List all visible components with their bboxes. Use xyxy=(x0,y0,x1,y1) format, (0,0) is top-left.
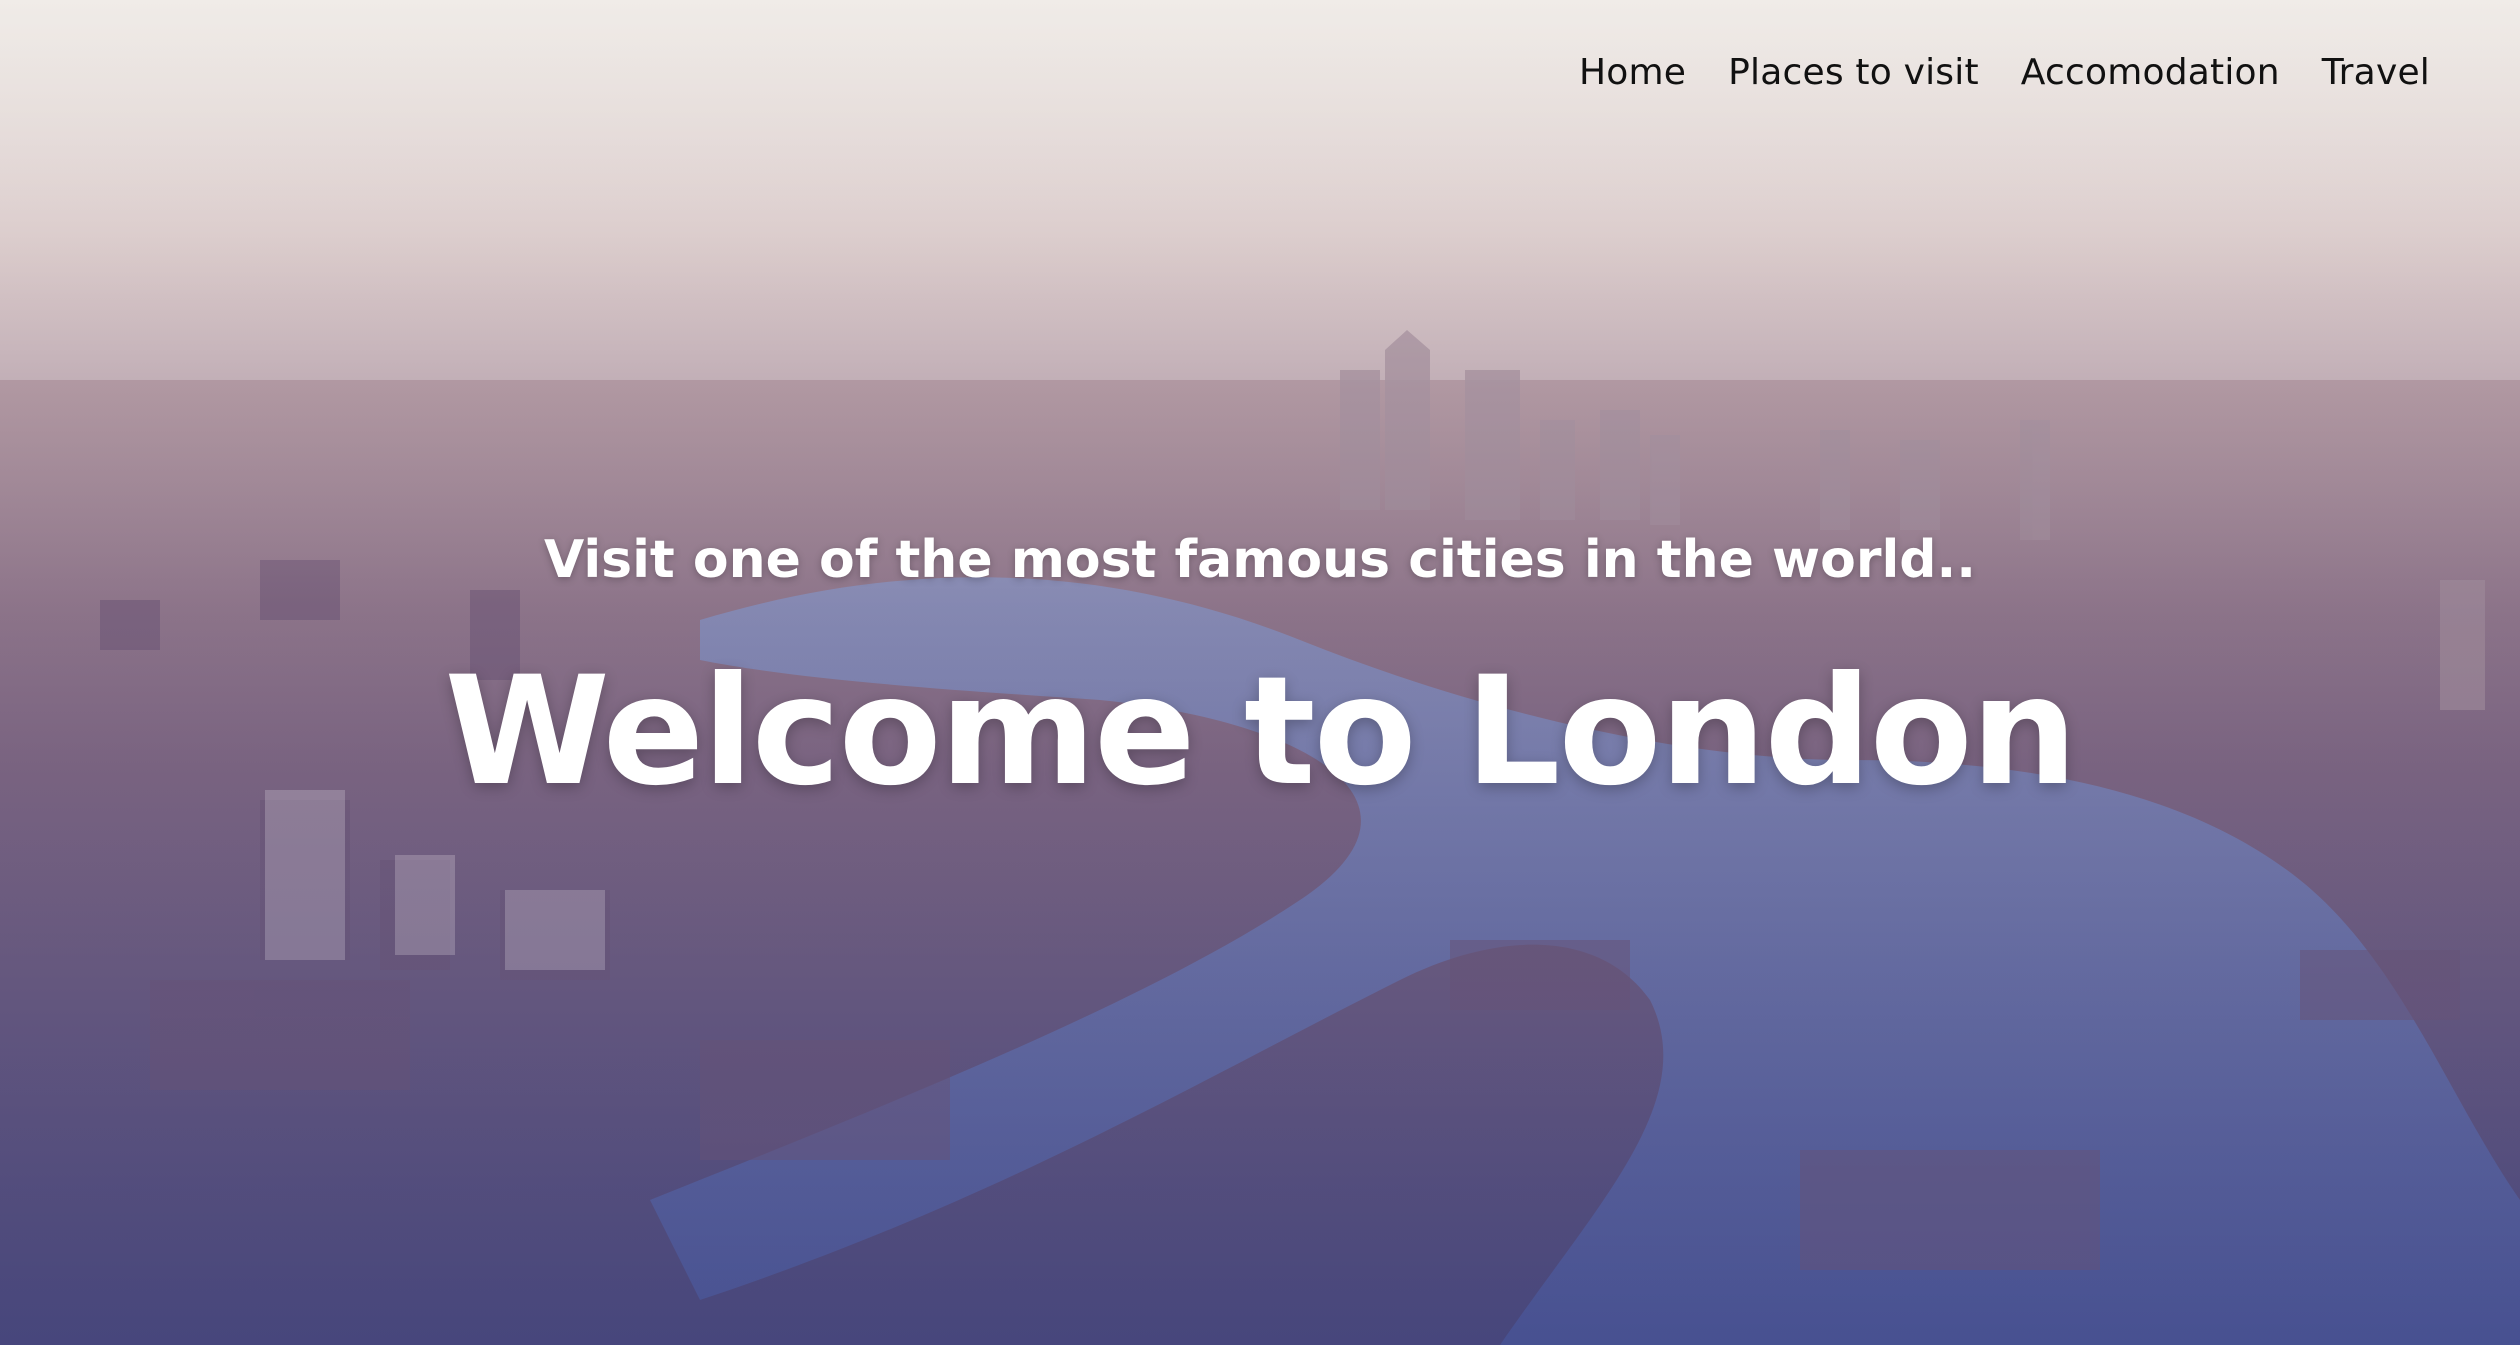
top-navigation: Home Places to visit Accomodation Travel xyxy=(1579,52,2430,93)
hero-tagline: Visit one of the most famous cities in t… xyxy=(543,530,1977,590)
hero-headline: Welcome to London xyxy=(444,645,2077,819)
hero-section: Home Places to visit Accomodation Travel… xyxy=(0,0,2520,1345)
nav-link-travel[interactable]: Travel xyxy=(2322,52,2430,93)
nav-link-places-to-visit[interactable]: Places to visit xyxy=(1728,52,1979,93)
nav-link-home[interactable]: Home xyxy=(1579,52,1686,93)
nav-link-accomodation[interactable]: Accomodation xyxy=(2021,52,2280,93)
